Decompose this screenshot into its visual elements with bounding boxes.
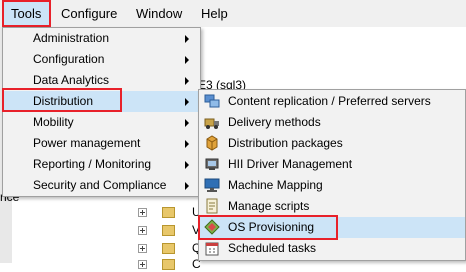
delivery-methods-icon <box>204 118 219 129</box>
menu-item-label: Machine Mapping <box>228 178 323 192</box>
menu-tools[interactable]: Tools <box>2 0 51 27</box>
menu-item-label: OS Provisioning <box>228 220 315 234</box>
submenu-arrow-icon <box>185 182 189 190</box>
menu-item-scheduled-tasks[interactable]: Scheduled tasks <box>199 238 465 259</box>
content-replication-icon <box>204 94 220 108</box>
menu-item-data-analytics[interactable]: Data Analytics <box>3 70 200 91</box>
menu-item-label: Reporting / Monitoring <box>33 157 152 171</box>
submenu-arrow-icon <box>185 98 189 106</box>
distribution-submenu: Content replication / Preferred servers … <box>198 89 466 261</box>
menu-item-delivery-methods[interactable]: Delivery methods <box>199 112 465 133</box>
menu-help-label: Help <box>201 6 228 21</box>
menu-item-os-provisioning[interactable]: OS Provisioning <box>199 217 465 238</box>
expand-icon[interactable] <box>138 208 147 217</box>
menu-item-label: Configuration <box>33 52 105 66</box>
menu-tools-label: Tools <box>11 6 42 21</box>
menu-item-hii-driver-management[interactable]: HII Driver Management <box>199 154 465 175</box>
menu-window-label: Window <box>136 6 183 21</box>
machine-mapping-icon <box>204 178 220 192</box>
menu-item-label: Mobility <box>33 115 74 129</box>
menu-item-administration[interactable]: Administration <box>3 28 200 49</box>
submenu-arrow-icon <box>185 140 189 148</box>
menu-item-label: Data Analytics <box>33 73 110 87</box>
menu-item-power-management[interactable]: Power management <box>3 133 200 154</box>
menu-help[interactable]: Help <box>196 0 236 27</box>
menu-item-label: Distribution <box>33 94 94 108</box>
expand-icon[interactable] <box>138 244 147 253</box>
expand-icon[interactable] <box>138 226 147 235</box>
tools-menu: Administration Configuration Data Analyt… <box>2 27 201 197</box>
menu-window[interactable]: Window <box>130 0 190 27</box>
distribution-packages-icon <box>206 135 218 151</box>
folder-icon <box>162 243 175 254</box>
submenu-arrow-icon <box>185 161 189 169</box>
menu-item-label: Distribution packages <box>228 136 343 150</box>
menu-item-distribution-packages[interactable]: Distribution packages <box>199 133 465 154</box>
menu-item-label: Security and Compliance <box>33 178 167 192</box>
menu-configure[interactable]: Configure <box>55 0 125 27</box>
expand-icon[interactable] <box>138 260 147 269</box>
os-provisioning-icon <box>204 219 220 235</box>
folder-icon <box>162 207 175 218</box>
menu-item-machine-mapping[interactable]: Machine Mapping <box>199 175 465 196</box>
menu-item-label: HII Driver Management <box>228 157 353 171</box>
menu-item-security-compliance[interactable]: Security and Compliance <box>3 175 200 196</box>
submenu-arrow-icon <box>185 56 189 64</box>
menu-item-label: Power management <box>33 136 141 150</box>
menu-item-label: Administration <box>33 31 110 45</box>
folder-icon <box>162 259 175 270</box>
scheduled-tasks-icon <box>205 242 219 256</box>
submenu-arrow-icon <box>185 119 189 127</box>
menu-configure-label: Configure <box>61 6 118 21</box>
hii-driver-icon <box>205 158 219 170</box>
menu-item-distribution[interactable]: Distribution <box>3 91 200 112</box>
menu-item-reporting-monitoring[interactable]: Reporting / Monitoring <box>3 154 200 175</box>
folder-icon <box>162 225 175 236</box>
menu-item-label: Content replication / Preferred servers <box>228 94 431 108</box>
manage-scripts-icon <box>206 198 218 214</box>
menu-item-label: Scheduled tasks <box>228 241 317 255</box>
menu-item-mobility[interactable]: Mobility <box>3 112 200 133</box>
menu-bar: Tools Configure Window Help <box>0 0 466 27</box>
submenu-arrow-icon <box>185 35 189 43</box>
menu-item-manage-scripts[interactable]: Manage scripts <box>199 196 465 217</box>
menu-item-content-replication[interactable]: Content replication / Preferred servers <box>199 91 465 112</box>
menu-item-label: Delivery methods <box>228 115 321 129</box>
submenu-arrow-icon <box>185 77 189 85</box>
menu-item-configuration[interactable]: Configuration <box>3 49 200 70</box>
menu-item-label: Manage scripts <box>228 199 310 213</box>
